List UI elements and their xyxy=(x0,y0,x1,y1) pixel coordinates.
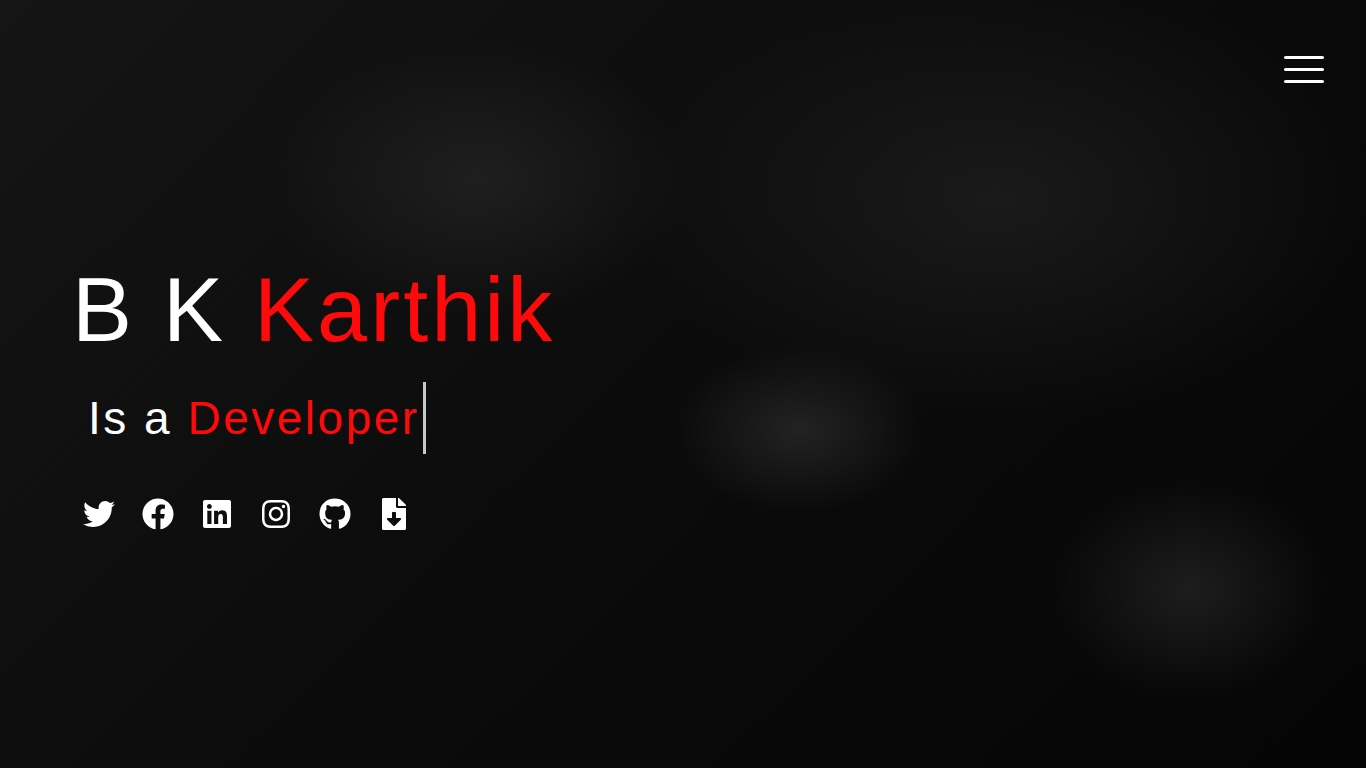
hero-page: B K Karthik Is a Developer xyxy=(0,0,1366,768)
hamburger-line-icon xyxy=(1284,80,1324,83)
resume-link[interactable] xyxy=(378,498,410,530)
hero-name: B K Karthik xyxy=(72,261,1366,360)
instagram-icon xyxy=(260,498,292,530)
twitter-link[interactable] xyxy=(83,498,115,530)
hero: B K Karthik Is a Developer xyxy=(0,83,1366,768)
linkedin-icon xyxy=(201,498,233,530)
instagram-link[interactable] xyxy=(260,498,292,530)
facebook-link[interactable] xyxy=(142,498,174,530)
twitter-icon xyxy=(83,498,115,530)
hamburger-line-icon xyxy=(1284,56,1324,59)
resume-icon xyxy=(378,498,410,530)
header xyxy=(0,0,1366,83)
menu-button[interactable] xyxy=(1284,56,1324,83)
github-link[interactable] xyxy=(319,498,351,530)
linkedin-link[interactable] xyxy=(201,498,233,530)
social-links xyxy=(83,498,1366,530)
typing-prefix: Is a xyxy=(88,384,187,453)
hamburger-line-icon xyxy=(1284,68,1324,71)
typing-subtitle: Is a Developer xyxy=(88,382,1366,454)
facebook-icon xyxy=(142,498,174,530)
typing-word: Developer xyxy=(187,384,419,453)
typing-cursor xyxy=(423,382,426,454)
name-last: Karthik xyxy=(254,260,555,360)
github-icon xyxy=(319,498,351,530)
name-first: B K xyxy=(72,260,254,360)
